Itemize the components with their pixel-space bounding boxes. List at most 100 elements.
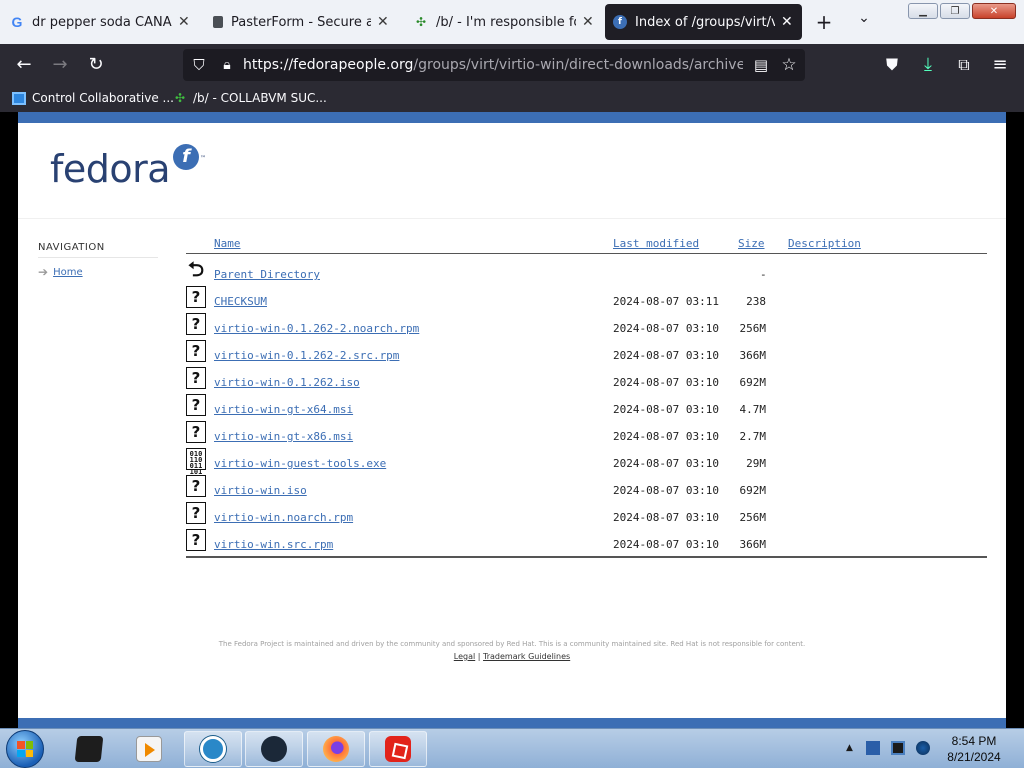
- ring-app-icon: [200, 736, 226, 762]
- file-link[interactable]: virtio-win-gt-x64.msi: [214, 403, 353, 416]
- fedora-infinity-icon: f: [173, 144, 199, 170]
- file-modified: 2024-08-07 03:10: [613, 457, 719, 470]
- file-link[interactable]: virtio-win.src.rpm: [214, 538, 333, 551]
- tray-app-icon[interactable]: [866, 741, 880, 755]
- tab-index-virtio[interactable]: f Index of /groups/virt/virti ✕: [605, 4, 802, 40]
- navigation-sidebar: NAVIGATION ➔ Home: [38, 242, 158, 279]
- pocket-icon[interactable]: ⛊: [880, 54, 904, 76]
- network-icon[interactable]: [891, 741, 905, 755]
- trademark-guidelines-link[interactable]: Trademark Guidelines: [483, 652, 570, 661]
- file-size: 256M: [739, 511, 767, 524]
- menu-icon[interactable]: ≡: [988, 54, 1012, 76]
- unknown-file-icon: ?: [186, 529, 206, 551]
- system-clock[interactable]: 8:54 PM 8/21/2024: [936, 733, 1012, 765]
- sort-by-name-link[interactable]: Name: [214, 237, 241, 250]
- taskbar-command-prompt[interactable]: [60, 731, 118, 767]
- file-link[interactable]: virtio-win.noarch.rpm: [214, 511, 353, 524]
- sort-by-description-link[interactable]: Description: [788, 237, 861, 250]
- tab-b-board[interactable]: ✣ /b/ - I'm responsible for th ✕: [406, 4, 602, 40]
- clover-icon: ✣: [415, 15, 427, 29]
- bookmark-b-collabvm[interactable]: ✣ /b/ - COLLABVM SUC...: [173, 91, 327, 105]
- file-link[interactable]: CHECKSUM: [214, 295, 267, 308]
- file-modified: 2024-08-07 03:10: [613, 322, 719, 335]
- close-icon[interactable]: ✕: [178, 14, 190, 30]
- tab-title: Index of /groups/virt/virti: [635, 14, 775, 30]
- taskbar-steam[interactable]: [245, 731, 303, 767]
- new-tab-button[interactable]: +: [812, 10, 836, 34]
- close-icon[interactable]: ✕: [781, 14, 793, 30]
- command-prompt-icon: [74, 736, 104, 762]
- firefox-icon: [323, 736, 349, 762]
- trademark-mark: ™: [200, 155, 206, 162]
- binary-file-icon: 010 110 011 101: [186, 448, 206, 476]
- url-text[interactable]: https://fedorapeople.org/groups/virt/vir…: [243, 57, 743, 73]
- volume-icon[interactable]: [916, 741, 930, 755]
- shield-icon[interactable]: ⛉: [187, 54, 211, 76]
- bookmarks-toolbar: Control Collaborative ... ✣ /b/ - COLLAB…: [0, 86, 1024, 112]
- bookmark-star-icon[interactable]: ☆: [777, 54, 801, 76]
- file-size: 256M: [739, 322, 767, 335]
- file-link[interactable]: virtio-win-guest-tools.exe: [214, 457, 386, 470]
- extensions-icon[interactable]: ⧉: [952, 54, 976, 76]
- google-icon: G: [11, 14, 23, 30]
- show-hidden-icons-button[interactable]: ▲: [846, 743, 853, 753]
- url-path: /groups/virt/virtio-win/direct-downloads…: [413, 57, 743, 73]
- reader-view-icon[interactable]: ▤: [749, 54, 773, 76]
- clover-icon: ✣: [174, 90, 186, 105]
- bookmark-control-collaborative[interactable]: Control Collaborative ...: [12, 91, 174, 105]
- reload-icon[interactable]: ↻: [84, 54, 108, 76]
- list-all-tabs-button[interactable]: ⌄: [852, 10, 876, 26]
- taskbar: ▲ 8:54 PM 8/21/2024: [0, 728, 1024, 768]
- tab-strip: G dr pepper soda CANADA N ✕ PasterForm -…: [0, 0, 1024, 44]
- tab-title: /b/ - I'm responsible for th: [436, 14, 576, 30]
- file-link[interactable]: virtio-win-0.1.262.iso: [214, 376, 360, 389]
- minimize-button[interactable]: ▁: [908, 3, 938, 19]
- unknown-file-icon: ?: [186, 502, 206, 524]
- tab-pasterform[interactable]: PasterForm - Secure and A ✕: [205, 4, 397, 40]
- unknown-file-icon: ?: [186, 367, 206, 389]
- close-icon[interactable]: ✕: [377, 14, 389, 30]
- roblox-icon: [385, 736, 411, 762]
- file-modified: 2024-08-07 03:10: [613, 376, 719, 389]
- file-link[interactable]: virtio-win.iso: [214, 484, 307, 497]
- tab-google[interactable]: G dr pepper soda CANADA N ✕: [2, 4, 198, 40]
- sort-by-size-link[interactable]: Size: [738, 237, 765, 250]
- file-modified: 2024-08-07 03:10: [613, 403, 719, 416]
- forward-arrow-icon[interactable]: →: [48, 54, 72, 76]
- taskbar-media-player[interactable]: [120, 731, 178, 767]
- lock-icon[interactable]: 🔒︎: [215, 54, 239, 76]
- file-link[interactable]: virtio-win-0.1.262-2.src.rpm: [214, 349, 399, 362]
- header-bar: [18, 112, 1006, 123]
- sort-by-modified-link[interactable]: Last modified: [613, 237, 699, 250]
- window-controls: ▁ ❐ ✕: [908, 3, 1016, 19]
- close-icon[interactable]: ✕: [582, 14, 594, 30]
- file-row: ? virtio-win-0.1.262.iso 2024-08-07 03:10 6…: [186, 364, 987, 391]
- url-bar[interactable]: ⛉ 🔒︎ https://fedorapeople.org/groups/vir…: [183, 49, 805, 81]
- taskbar-ring-app[interactable]: [184, 731, 242, 767]
- steam-icon: [261, 736, 287, 762]
- file-row: ? virtio-win-gt-x86.msi 2024-08-07 03:10 2.…: [186, 418, 987, 445]
- close-window-button[interactable]: ✕: [972, 3, 1016, 19]
- unknown-file-icon: ?: [186, 313, 206, 335]
- file-rows: ? CHECKSUM 2024-08-07 03:11 238? virtio-win-…: [186, 283, 987, 553]
- legal-link[interactable]: Legal: [454, 652, 475, 661]
- taskbar-roblox[interactable]: [369, 731, 427, 767]
- clock-date: 8/21/2024: [947, 750, 1001, 764]
- back-arrow-icon: ⮌: [186, 257, 206, 281]
- back-arrow-icon[interactable]: ←: [12, 54, 36, 76]
- downloads-icon[interactable]: ⤓: [916, 54, 940, 76]
- maximize-button[interactable]: ❐: [940, 3, 970, 19]
- file-link[interactable]: virtio-win-0.1.262-2.noarch.rpm: [214, 322, 419, 335]
- url-host: https://fedorapeople.org: [243, 57, 414, 73]
- file-row: 010 110 011 101 virtio-win-guest-tools.ex…: [186, 445, 987, 476]
- taskbar-firefox[interactable]: [307, 731, 365, 767]
- tab-title: dr pepper soda CANADA N: [32, 14, 172, 30]
- arrow-right-icon: ➔: [38, 265, 49, 279]
- navigation-heading: NAVIGATION: [38, 242, 158, 258]
- file-size: 29M: [746, 457, 766, 470]
- logo-wordmark: fedora: [50, 147, 171, 191]
- file-link[interactable]: virtio-win-gt-x86.msi: [214, 430, 353, 443]
- home-link[interactable]: Home: [53, 267, 83, 278]
- parent-directory-link[interactable]: Parent Directory: [214, 268, 320, 281]
- start-button[interactable]: [6, 730, 44, 768]
